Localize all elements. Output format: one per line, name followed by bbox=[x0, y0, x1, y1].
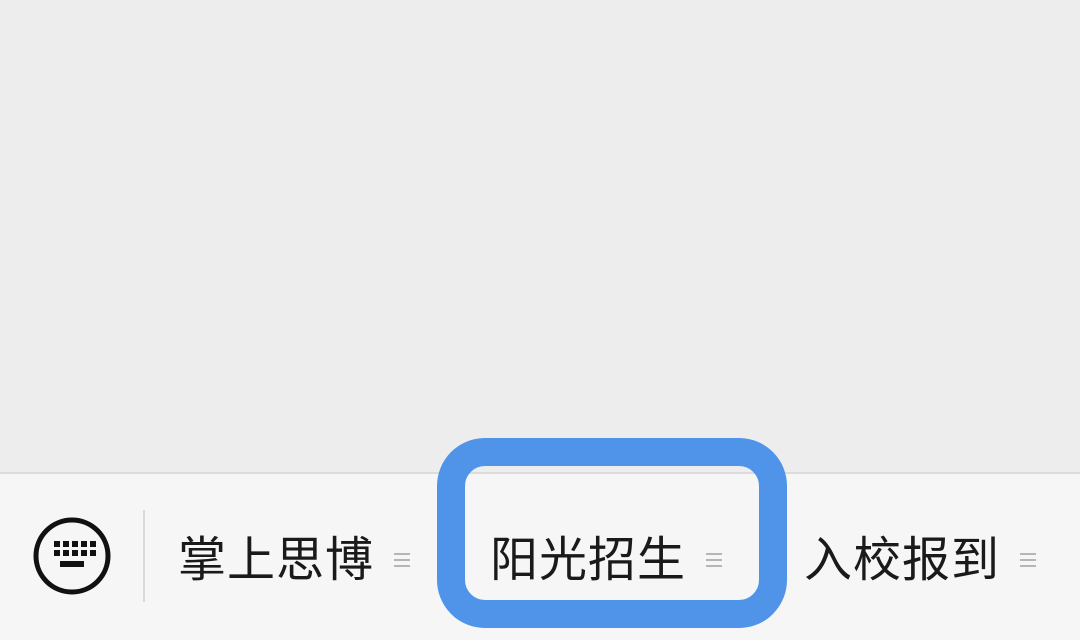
submenu-icon bbox=[394, 551, 411, 569]
menu-divider bbox=[143, 510, 145, 602]
submenu-icon bbox=[1020, 551, 1037, 569]
menu-item-label: 入校报到 bbox=[804, 532, 1001, 588]
menu-item-label: 阳光招生 bbox=[490, 532, 687, 588]
menu-item-yangguang-zhaosheng[interactable]: 阳光招生 bbox=[490, 524, 723, 596]
menu-item-zhangshang-sibo[interactable]: 掌上思博 bbox=[178, 524, 411, 596]
keyboard-toggle-button[interactable] bbox=[30, 514, 114, 598]
custom-menu-bar: 掌上思博 阳光招生 入校报到 bbox=[0, 472, 1080, 640]
keyboard-icon bbox=[33, 517, 111, 595]
menu-item-ruxiao-baodao[interactable]: 入校报到 bbox=[804, 524, 1037, 596]
submenu-icon bbox=[706, 551, 723, 569]
chat-content-area bbox=[0, 0, 1080, 472]
menu-item-label: 掌上思博 bbox=[178, 532, 375, 588]
